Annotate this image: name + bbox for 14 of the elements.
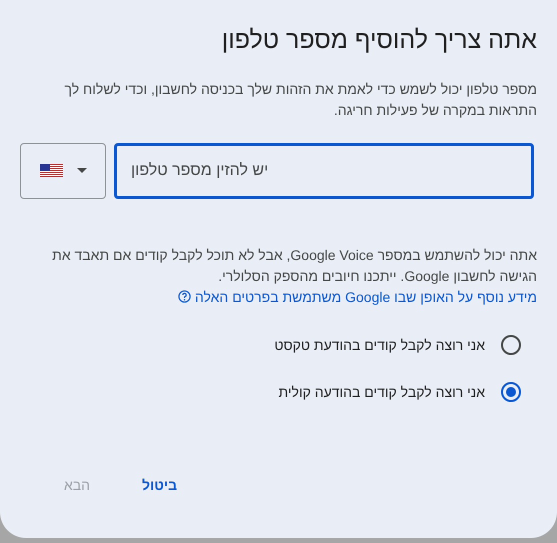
help-icon (178, 290, 192, 302)
voice-note-text: אתה יכול להשתמש במספר Google Voice, אבל לא תוכל לקבל קודים אם תאבד את הגישה לחשבון Google. ייתכנו חיובים מהספק הסלולרי. מידע נוסף על האופן שבו Google משתמשת בפרטים האלה (51, 246, 537, 307)
phone-number-field[interactable]: יש להזין מספר טלפון (114, 142, 534, 198)
learn-more-link[interactable]: מידע נוסף על האופן שבו Google משתמשת בפרטים האלה (178, 288, 537, 304)
dialog-title: אתה צריך להוסיף מספר טלפון (220, 25, 537, 56)
radio-button[interactable] (501, 382, 521, 402)
option-label: אני רוצה לקבל קודים בהודעה קולית (278, 382, 485, 402)
option-label: אני רוצה לקבל קודים בהודעת טקסט (274, 336, 485, 355)
cancel-button[interactable]: ביטול (130, 466, 190, 504)
country-selector[interactable] (20, 142, 106, 198)
description-text: מספר טלפון יכול לשמש כדי לאמת את הזהות שלך בכניסה לחשבון, וכדי לשלוח לך התראות במקרה של פעילות חריגה. (64, 80, 537, 120)
dropdown-caret-icon (76, 168, 86, 173)
flag-icon (40, 164, 62, 177)
radio-button[interactable] (501, 335, 521, 355)
